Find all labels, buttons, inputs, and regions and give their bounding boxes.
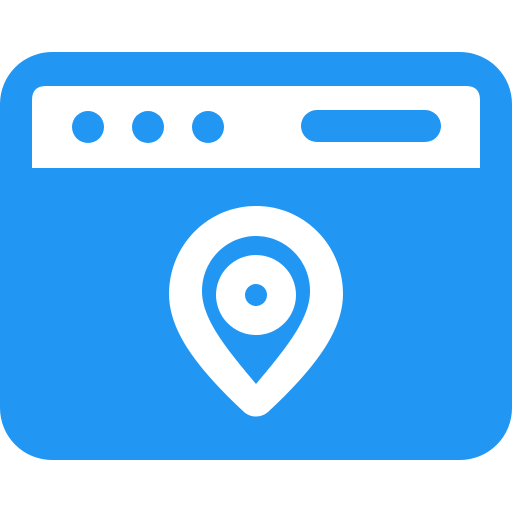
- address-bar: [301, 110, 441, 142]
- icon-canvas: [0, 0, 512, 512]
- window-dot-icon: [132, 111, 164, 143]
- web-location-icon: [0, 52, 512, 460]
- window-dot-icon: [72, 111, 104, 143]
- window-dot-icon: [192, 111, 224, 143]
